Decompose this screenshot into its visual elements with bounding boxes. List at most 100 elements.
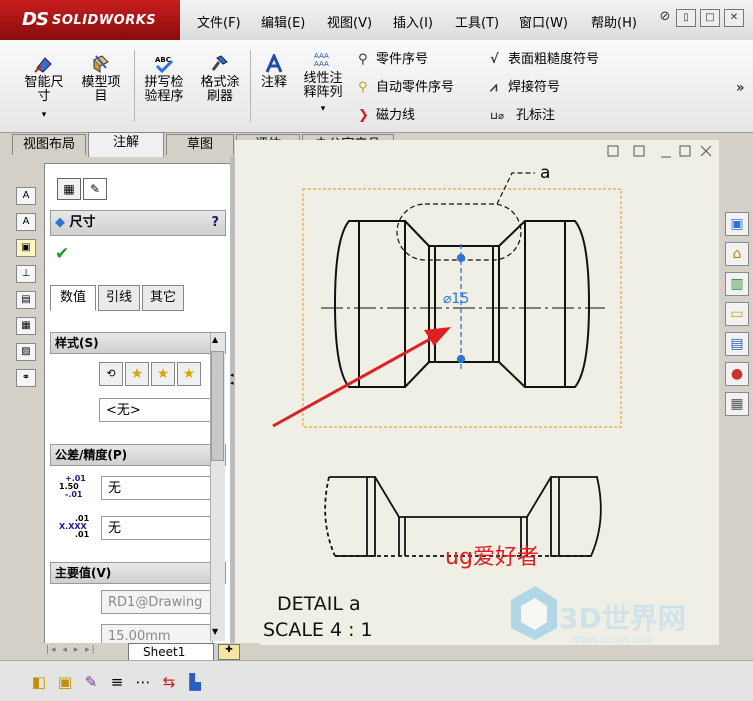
dropdown-arrow-icon[interactable]: ▾ bbox=[296, 102, 350, 116]
spell-check-icon: ABC bbox=[155, 56, 174, 74]
sheet-nav-arrows-icon[interactable]: |◂ ◂ ▸ ▸| bbox=[46, 645, 97, 655]
property-manager-tab-icon[interactable]: ▦ bbox=[57, 178, 81, 200]
menu-edit[interactable]: 编辑(E) bbox=[261, 12, 305, 31]
color-display-icon[interactable]: ▙ bbox=[186, 673, 204, 691]
pin-icon[interactable]: ⊘ bbox=[656, 9, 674, 25]
box-icon[interactable]: ▣ bbox=[56, 673, 74, 691]
dimension-text[interactable]: ⌀15 bbox=[443, 291, 469, 307]
home-icon[interactable]: ⌂ bbox=[725, 242, 749, 266]
site-url: WWW.3DSJW.COM bbox=[571, 636, 652, 645]
ribbon-separator bbox=[250, 50, 251, 122]
hole-callout-label: 孔标注 bbox=[516, 108, 556, 123]
tab-view-layout[interactable]: 视图布局 bbox=[12, 134, 86, 155]
auto-balloon-icon: ⚲ bbox=[358, 80, 368, 95]
task-pane-tabs: ▣ ⌂ ▥ ▭ ▤ ● ▦ bbox=[719, 140, 753, 650]
red-arrow bbox=[272, 327, 451, 428]
aaa-label: AAA bbox=[314, 52, 329, 60]
block-icon[interactable]: ▤ bbox=[16, 291, 36, 309]
scroll-down-icon[interactable]: ▼ bbox=[212, 627, 218, 636]
close-button[interactable]: ✕ bbox=[724, 9, 744, 27]
edit-note-icon[interactable]: A bbox=[16, 213, 36, 231]
collapse-panel-icon[interactable]: ◂ ◂ bbox=[230, 371, 234, 387]
smart-dimension-button[interactable]: 智能尺 寸 ▾ bbox=[18, 54, 70, 122]
weld-symbol-button[interactable]: ⩘ 焊接符号 bbox=[490, 76, 560, 95]
surface-finish-icon: √ bbox=[490, 52, 499, 67]
tolerance-type-select[interactable]: 无 bbox=[101, 476, 213, 500]
restore-button[interactable]: ▯ bbox=[676, 9, 696, 27]
menu-file[interactable]: 文件(F) bbox=[197, 12, 241, 31]
appearances-icon[interactable]: ● bbox=[725, 362, 749, 386]
model-items-button[interactable]: 模型项 目 bbox=[76, 54, 126, 104]
help-icon[interactable]: ? bbox=[211, 211, 219, 235]
precision-select[interactable]: 无 bbox=[101, 516, 213, 540]
magnetic-line-button[interactable]: ❯ 磁力线 bbox=[358, 104, 415, 123]
line-thickness-icon[interactable]: ≡ bbox=[108, 673, 126, 691]
delete-style-icon[interactable]: ★ bbox=[151, 362, 175, 386]
drawing-sheet[interactable]: a ⌀15 ug爱好者 DETAIL a SCALE 4: 1 3D世界网 W… bbox=[235, 140, 719, 645]
add-note-icon[interactable]: A bbox=[16, 187, 36, 205]
hide-edge-icon[interactable]: ⇆ bbox=[160, 673, 178, 691]
line-color-icon[interactable]: ✎ bbox=[82, 673, 100, 691]
note-button[interactable]: 注释 bbox=[254, 54, 294, 90]
ok-check-icon[interactable]: ✔ bbox=[55, 244, 69, 264]
layer-icon[interactable]: ◧ bbox=[30, 673, 48, 691]
format-painter-button[interactable]: 格式涂 刷器 bbox=[194, 54, 246, 104]
menu-help[interactable]: 帮助(H) bbox=[591, 12, 637, 31]
design-library-icon[interactable]: ▥ bbox=[725, 272, 749, 296]
auto-balloon-button[interactable]: ⚲ 自动零件序号 bbox=[358, 76, 454, 95]
spell-check-button[interactable]: ABC 拼写检 验程序 bbox=[138, 54, 190, 104]
primary-value-section-header[interactable]: 主要值(V) bbox=[50, 562, 226, 584]
datum-icon[interactable]: ⊥ bbox=[16, 265, 36, 283]
save-style-icon[interactable]: ★ bbox=[177, 362, 201, 386]
ribbon-expand-icon[interactable]: » bbox=[736, 80, 745, 96]
dimension-icon: ◆ bbox=[55, 215, 65, 230]
add-style-icon[interactable]: ★ bbox=[125, 362, 149, 386]
dropdown-arrow-icon[interactable]: ▾ bbox=[18, 108, 70, 122]
tab-annotation[interactable]: 注解 bbox=[88, 132, 164, 157]
resources-icon[interactable]: ▣ bbox=[725, 212, 749, 236]
balloon-button[interactable]: ⚲ 零件序号 bbox=[358, 48, 428, 67]
apply-style-icon[interactable]: ⟲ bbox=[99, 362, 123, 386]
tolerance-header-label: 公差/精度(P) bbox=[55, 448, 128, 462]
add-sheet-icon[interactable]: ✚ bbox=[218, 644, 240, 660]
line-style-icon[interactable]: ⋯ bbox=[134, 673, 152, 691]
style-header-label: 样式(S) bbox=[55, 336, 99, 350]
view-controls[interactable] bbox=[607, 145, 712, 158]
custom-properties-icon[interactable]: ▦ bbox=[725, 392, 749, 416]
pm-scroll-thumb[interactable] bbox=[211, 351, 224, 461]
menu-tools[interactable]: 工具(T) bbox=[455, 12, 499, 31]
bottom-toolbar: ◧ ▣ ✎ ≡ ⋯ ⇆ ▙ bbox=[0, 660, 753, 701]
scroll-up-icon[interactable]: ▲ bbox=[212, 335, 218, 344]
format-painter-label: 格式涂 刷器 bbox=[200, 75, 240, 104]
view-palette-icon[interactable]: ▤ bbox=[725, 332, 749, 356]
file-explorer-icon[interactable]: ▭ bbox=[725, 302, 749, 326]
link-icon[interactable]: ⚭ bbox=[16, 369, 36, 387]
menu-view[interactable]: 视图(V) bbox=[327, 12, 372, 31]
linear-note-pattern-button[interactable]: AAA AAA 线性注 释阵列 ▾ bbox=[296, 50, 350, 116]
hole-callout-button[interactable]: ⊔⌀ 孔标注 bbox=[490, 104, 555, 123]
pm-scrollbar[interactable]: ▲ ▼ bbox=[210, 333, 225, 641]
callout-label: a bbox=[540, 163, 550, 183]
style-select[interactable]: <无> bbox=[99, 398, 211, 422]
linear-note-pattern-icon: AAAAAA bbox=[314, 52, 329, 68]
primary-value-name-field[interactable]: RD1@Drawing bbox=[101, 590, 213, 614]
subtab-leader[interactable]: 引线 bbox=[98, 285, 140, 311]
pm-title: 尺寸 bbox=[69, 215, 96, 230]
subtab-other[interactable]: 其它 bbox=[142, 285, 184, 311]
hatch-icon[interactable]: ▨ bbox=[16, 343, 36, 361]
menu-window[interactable]: 窗口(W) bbox=[519, 12, 568, 31]
solidworks-logo[interactable]: DS SOLIDWORKS bbox=[0, 0, 180, 40]
sheet-tab-label: Sheet1 bbox=[143, 645, 186, 659]
tolerance-section-header[interactable]: 公差/精度(P) bbox=[50, 444, 226, 466]
view-note-icon[interactable]: ▣ bbox=[16, 239, 36, 257]
surface-finish-button[interactable]: √ 表面粗糙度符号 bbox=[490, 48, 599, 67]
table-icon[interactable]: ▦ bbox=[16, 317, 36, 335]
config-manager-tab-icon[interactable]: ✎ bbox=[83, 178, 107, 200]
menu-insert[interactable]: 插入(I) bbox=[393, 12, 433, 31]
tab-sketch[interactable]: 草图 bbox=[166, 134, 234, 155]
auto-balloon-label: 自动零件序号 bbox=[376, 80, 455, 95]
maximize-button[interactable]: □ bbox=[700, 9, 720, 27]
subtab-value[interactable]: 数值 bbox=[50, 285, 96, 311]
balloon-label: 零件序号 bbox=[376, 52, 429, 67]
style-section-header[interactable]: 样式(S) bbox=[50, 332, 226, 354]
